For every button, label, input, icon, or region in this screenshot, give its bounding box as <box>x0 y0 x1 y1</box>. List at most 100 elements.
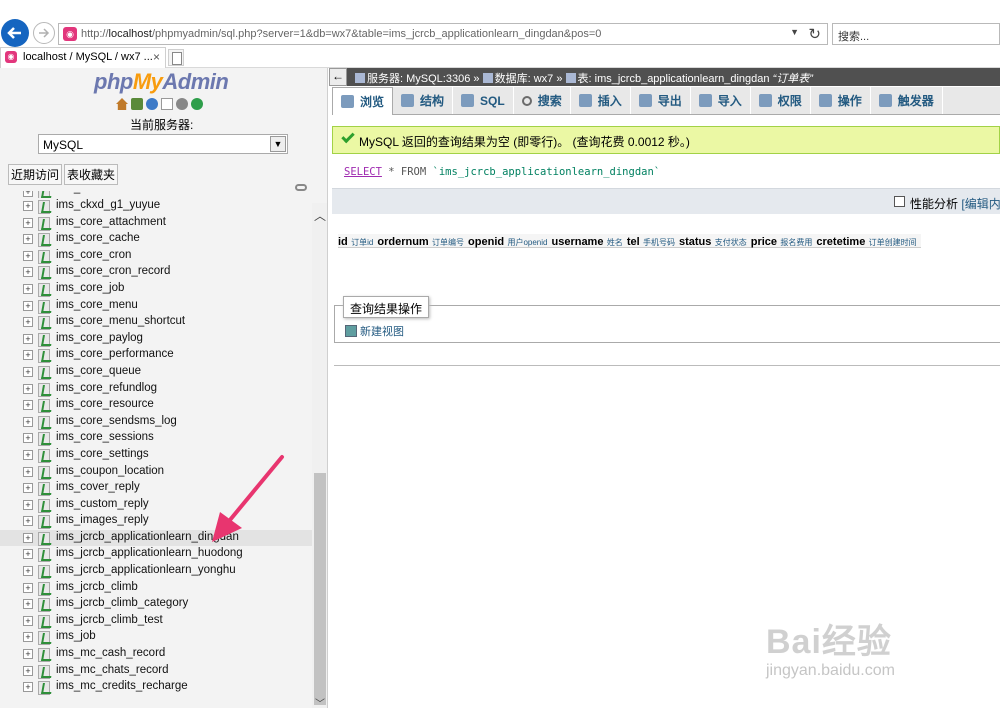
new-tab-button[interactable] <box>168 49 184 66</box>
column-header[interactable]: username 姓名 <box>551 234 622 248</box>
table-name[interactable]: ims_images_reply <box>56 514 149 526</box>
recent-tab[interactable]: 近期访问 <box>8 164 63 185</box>
table-name[interactable]: ims_core_settings <box>56 448 149 460</box>
table-name[interactable]: ims_coupon_location <box>56 465 164 477</box>
expand-plus-icon[interactable]: + <box>23 615 33 626</box>
expand-plus-icon[interactable]: + <box>23 549 33 560</box>
address-dropdown-icon[interactable]: ▼ <box>790 27 799 37</box>
table-tree-item[interactable]: + ims_core_performance <box>0 347 312 364</box>
table-tree-item[interactable]: + ims_core_resource <box>0 397 312 414</box>
create-view-link[interactable]: 新建视图 <box>345 323 404 339</box>
table-tree-item[interactable]: + ims_jcrcb_climb_category <box>0 596 312 613</box>
table-name[interactable]: ims_mc_chats_record <box>56 664 168 676</box>
expand-plus-icon[interactable]: + <box>23 566 33 577</box>
breadcrumb-database[interactable]: 数据库: wx7 <box>495 73 554 85</box>
profiling-checkbox[interactable] <box>894 196 905 207</box>
address-bar[interactable]: ◉ http://localhost/phpmyadmin/sql.php?se… <box>58 23 828 45</box>
phpmyadmin-logo[interactable]: phpMyAdmin <box>94 69 229 95</box>
table-name[interactable]: ims_core_cron <box>56 249 131 261</box>
table-name[interactable]: ims_core_job <box>56 282 124 294</box>
expand-plus-icon[interactable]: + <box>23 300 33 311</box>
home-icon[interactable] <box>116 98 128 110</box>
column-header[interactable]: openid 用户openid <box>468 234 547 248</box>
nav-scrollbar[interactable]: ︿ ﹀ <box>312 203 327 708</box>
collapse-nav-button[interactable]: ← <box>329 68 347 86</box>
table-name[interactable]: ims_core_menu_shortcut <box>56 315 185 327</box>
table-name[interactable]: ims_job <box>56 630 96 642</box>
table-name[interactable]: ims_core_paylog <box>56 332 143 344</box>
breadcrumb-server[interactable]: 服务器: MySQL:3306 <box>367 73 470 85</box>
tab-operations[interactable]: 操作 <box>811 87 871 114</box>
expand-plus-icon[interactable]: + <box>23 400 33 411</box>
tab-import[interactable]: 导入 <box>691 87 751 114</box>
column-header[interactable]: status 支付状态 <box>679 234 747 248</box>
table-tree-item[interactable]: + ims_core_refundlog <box>0 381 312 398</box>
table-tree-item[interactable]: + ims_mc_cash_record <box>0 646 312 663</box>
link-icon[interactable] <box>295 184 307 191</box>
expand-plus-icon[interactable]: + <box>23 383 33 394</box>
table-name[interactable]: ims_custom_reply <box>56 498 149 510</box>
expand-plus-icon[interactable]: + <box>23 665 33 676</box>
expand-plus-icon[interactable]: + <box>23 499 33 510</box>
tab-export[interactable]: 导出 <box>631 87 691 114</box>
table-name[interactable]: ims_business <box>56 191 126 194</box>
expand-plus-icon[interactable]: + <box>23 234 33 245</box>
help-icon[interactable] <box>146 98 158 110</box>
expand-plus-icon[interactable]: + <box>23 283 33 294</box>
expand-plus-icon[interactable]: + <box>23 366 33 377</box>
expand-plus-icon[interactable]: + <box>23 449 33 460</box>
column-header[interactable]: ordernum 订单编号 <box>377 234 464 248</box>
tab-sql[interactable]: SQL <box>453 87 514 114</box>
table-name[interactable]: ims_core_sendsms_log <box>56 415 177 427</box>
table-name[interactable]: ims_core_refundlog <box>56 382 157 394</box>
back-button[interactable] <box>1 19 29 47</box>
tab-triggers[interactable]: 触发器 <box>871 87 943 114</box>
expand-plus-icon[interactable]: + <box>23 433 33 444</box>
table-tree-item[interactable]: + ims_core_cron_record <box>0 264 312 281</box>
edit-inline-link[interactable]: [编辑内嵌 <box>961 197 1000 211</box>
table-tree-item[interactable]: + ims_core_queue <box>0 364 312 381</box>
table-tree-item[interactable]: + ims_core_cron <box>0 248 312 265</box>
table-name[interactable]: ims_cover_reply <box>56 481 140 493</box>
expand-plus-icon[interactable]: + <box>23 250 33 261</box>
column-header[interactable]: price 报名费用 <box>751 234 813 248</box>
reload-icon[interactable] <box>191 98 203 110</box>
table-tree-item[interactable]: + ims_jcrcb_applicationlearn_yonghu <box>0 563 312 580</box>
table-tree-item[interactable]: + ims_business <box>0 191 312 198</box>
tab-search[interactable]: 搜索 <box>514 87 571 114</box>
refresh-icon[interactable]: ↻ <box>808 25 821 43</box>
table-tree-item[interactable]: + ims_ckxd_g1_yuyue <box>0 198 312 215</box>
table-name[interactable]: ims_jcrcb_applicationlearn_yonghu <box>56 564 236 576</box>
expand-plus-icon[interactable]: + <box>23 516 33 527</box>
expand-plus-icon[interactable]: + <box>23 201 33 211</box>
table-tree-item[interactable]: + ims_jcrcb_climb <box>0 580 312 597</box>
scrollbar-thumb[interactable] <box>314 473 326 705</box>
scroll-down-icon[interactable]: ﹀ <box>315 695 325 708</box>
table-tree-item[interactable]: + ims_jcrcb_climb_test <box>0 613 312 630</box>
table-name[interactable]: ims_mc_credits_recharge <box>56 680 188 692</box>
breadcrumb-table[interactable]: 表: ims_jcrcb_applicationlearn_dingdan <box>578 73 770 85</box>
table-tree-item[interactable]: + ims_core_sessions <box>0 430 312 447</box>
expand-plus-icon[interactable]: + <box>23 191 33 197</box>
table-name[interactable]: ims_core_menu <box>56 299 138 311</box>
server-select[interactable]: MySQL ▼ <box>38 134 288 154</box>
expand-plus-icon[interactable]: + <box>23 317 33 328</box>
table-tree-item[interactable]: + ims_core_job <box>0 281 312 298</box>
sql-keyword-select[interactable]: SELECT <box>344 166 382 178</box>
expand-plus-icon[interactable]: + <box>23 416 33 427</box>
expand-plus-icon[interactable]: + <box>23 350 33 361</box>
tab-close-button[interactable]: × <box>153 50 160 64</box>
forward-button[interactable] <box>33 22 55 44</box>
table-tree-item[interactable]: + ims_mc_credits_recharge <box>0 679 312 696</box>
documentation-icon[interactable] <box>161 98 173 110</box>
column-header[interactable]: cretetime 订单创建时间 <box>816 234 916 248</box>
chevron-down-icon[interactable]: ▼ <box>270 136 286 152</box>
table-name[interactable]: ims_core_queue <box>56 365 141 377</box>
column-header[interactable]: tel 手机号码 <box>627 234 675 248</box>
table-name[interactable]: ims_jcrcb_climb_test <box>56 614 163 626</box>
tab-privileges[interactable]: 权限 <box>751 87 811 114</box>
logout-icon[interactable] <box>131 98 143 110</box>
table-name[interactable]: ims_core_cache <box>56 232 140 244</box>
table-name[interactable]: ims_core_sessions <box>56 431 154 443</box>
table-name[interactable]: ims_core_cron_record <box>56 265 170 277</box>
